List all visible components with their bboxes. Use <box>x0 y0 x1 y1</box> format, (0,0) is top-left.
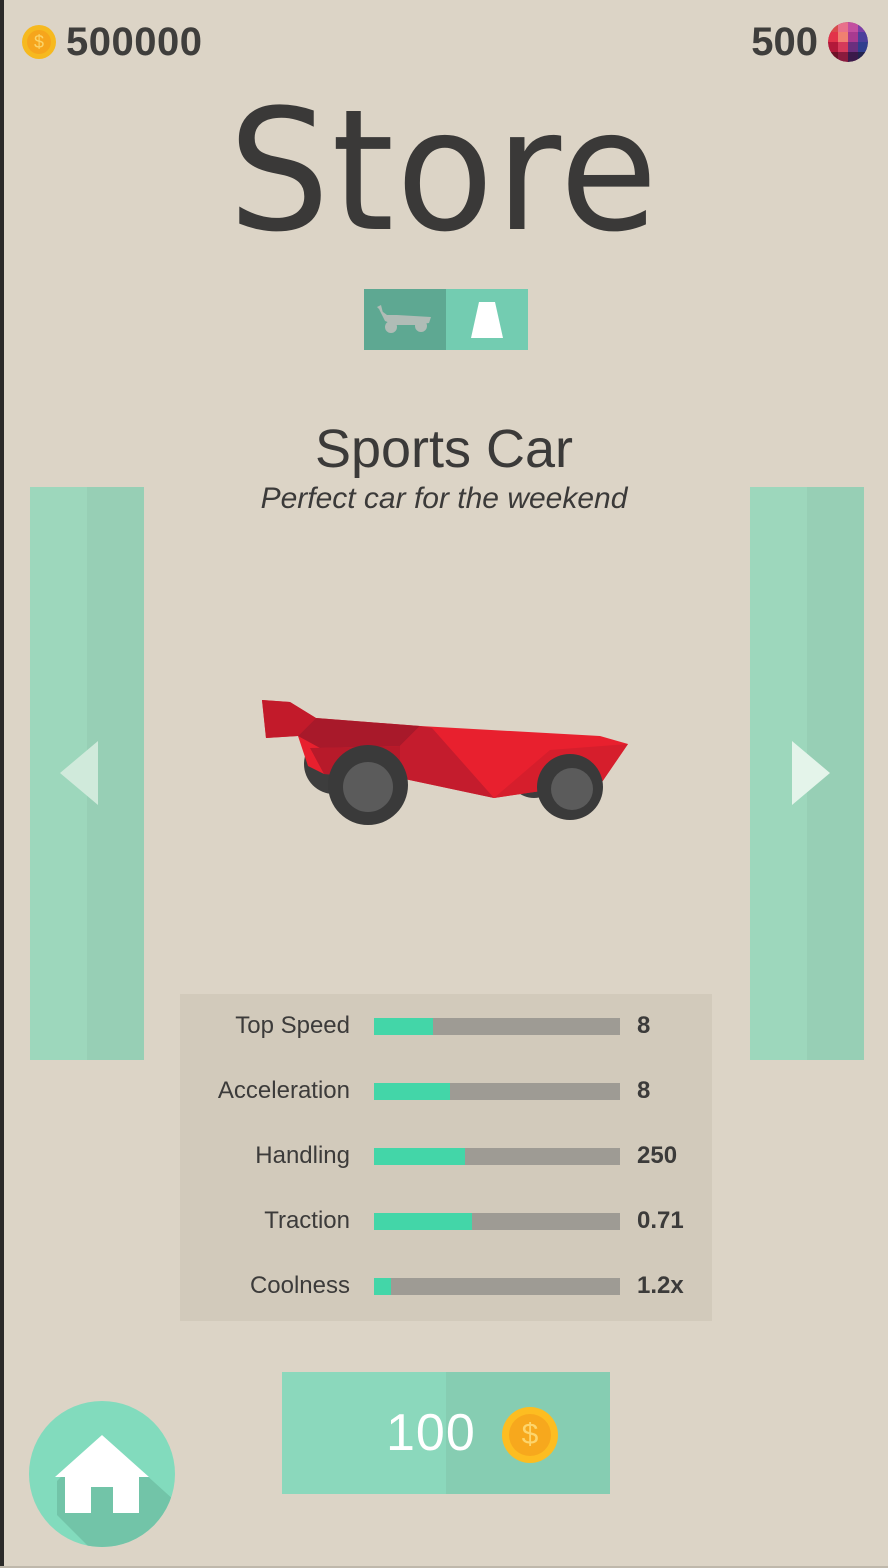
stat-label: Handling <box>255 1142 350 1169</box>
item-name: Sports Car <box>314 419 574 479</box>
gem-balance: 500 <box>751 18 868 66</box>
page-title: Store <box>228 73 660 269</box>
sports-car-image <box>262 700 628 825</box>
gem-icon <box>828 22 868 62</box>
stat-bar-fill <box>374 1018 434 1035</box>
coin-balance: $ 500000 <box>22 18 202 66</box>
stat-bar <box>374 1148 620 1165</box>
chevron-left-icon <box>60 741 98 805</box>
stat-bar <box>374 1083 620 1100</box>
stat-row-top-speed: Top Speed 8 <box>180 1006 712 1046</box>
category-tabs <box>364 289 528 350</box>
coin-symbol: $ <box>521 1418 539 1451</box>
stat-bar-fill <box>374 1213 473 1230</box>
next-item-button[interactable] <box>750 487 864 1060</box>
stat-label: Coolness <box>249 1272 350 1299</box>
screen-edge <box>0 0 4 1568</box>
coin-icon: $ <box>502 1407 558 1463</box>
stats-panel: Top Speed 8 Acceleration 8 Handling 250 … <box>180 994 712 1321</box>
stat-value: 1.2x <box>637 1272 684 1299</box>
tab-roads[interactable] <box>446 289 528 350</box>
coin-icon: $ <box>22 25 56 59</box>
buy-button[interactable]: 100 $ <box>282 1372 610 1494</box>
stat-row-coolness: Coolness 1.2x <box>180 1266 712 1306</box>
home-button[interactable] <box>29 1401 175 1547</box>
coin-symbol: $ <box>33 32 44 52</box>
stat-row-handling: Handling 250 <box>180 1136 712 1176</box>
stat-bar <box>374 1213 620 1230</box>
stat-bar <box>374 1278 620 1295</box>
stat-label: Top Speed <box>235 1012 350 1039</box>
stat-label: Traction <box>264 1207 350 1234</box>
previous-item-button[interactable] <box>30 487 144 1060</box>
tab-cars[interactable] <box>364 289 446 350</box>
coin-amount: 500000 <box>66 19 203 64</box>
buy-price: 100 <box>386 1404 476 1462</box>
stat-label: Acceleration <box>217 1077 350 1104</box>
stat-bar-fill <box>374 1278 392 1295</box>
stat-row-traction: Traction 0.71 <box>180 1201 712 1241</box>
road-icon <box>471 301 503 338</box>
home-icon <box>55 1435 175 1547</box>
stat-bar-fill <box>374 1148 466 1165</box>
stat-row-acceleration: Acceleration 8 <box>180 1071 712 1111</box>
stat-value: 8 <box>637 1077 651 1104</box>
stat-value: 250 <box>637 1142 678 1169</box>
stat-bar-fill <box>374 1083 451 1100</box>
car-silhouette-icon <box>377 304 431 333</box>
stat-value: 8 <box>637 1012 651 1039</box>
gem-amount: 500 <box>751 19 818 64</box>
stat-value: 0.71 <box>637 1207 684 1234</box>
stat-bar <box>374 1018 620 1035</box>
chevron-right-icon <box>792 741 830 805</box>
